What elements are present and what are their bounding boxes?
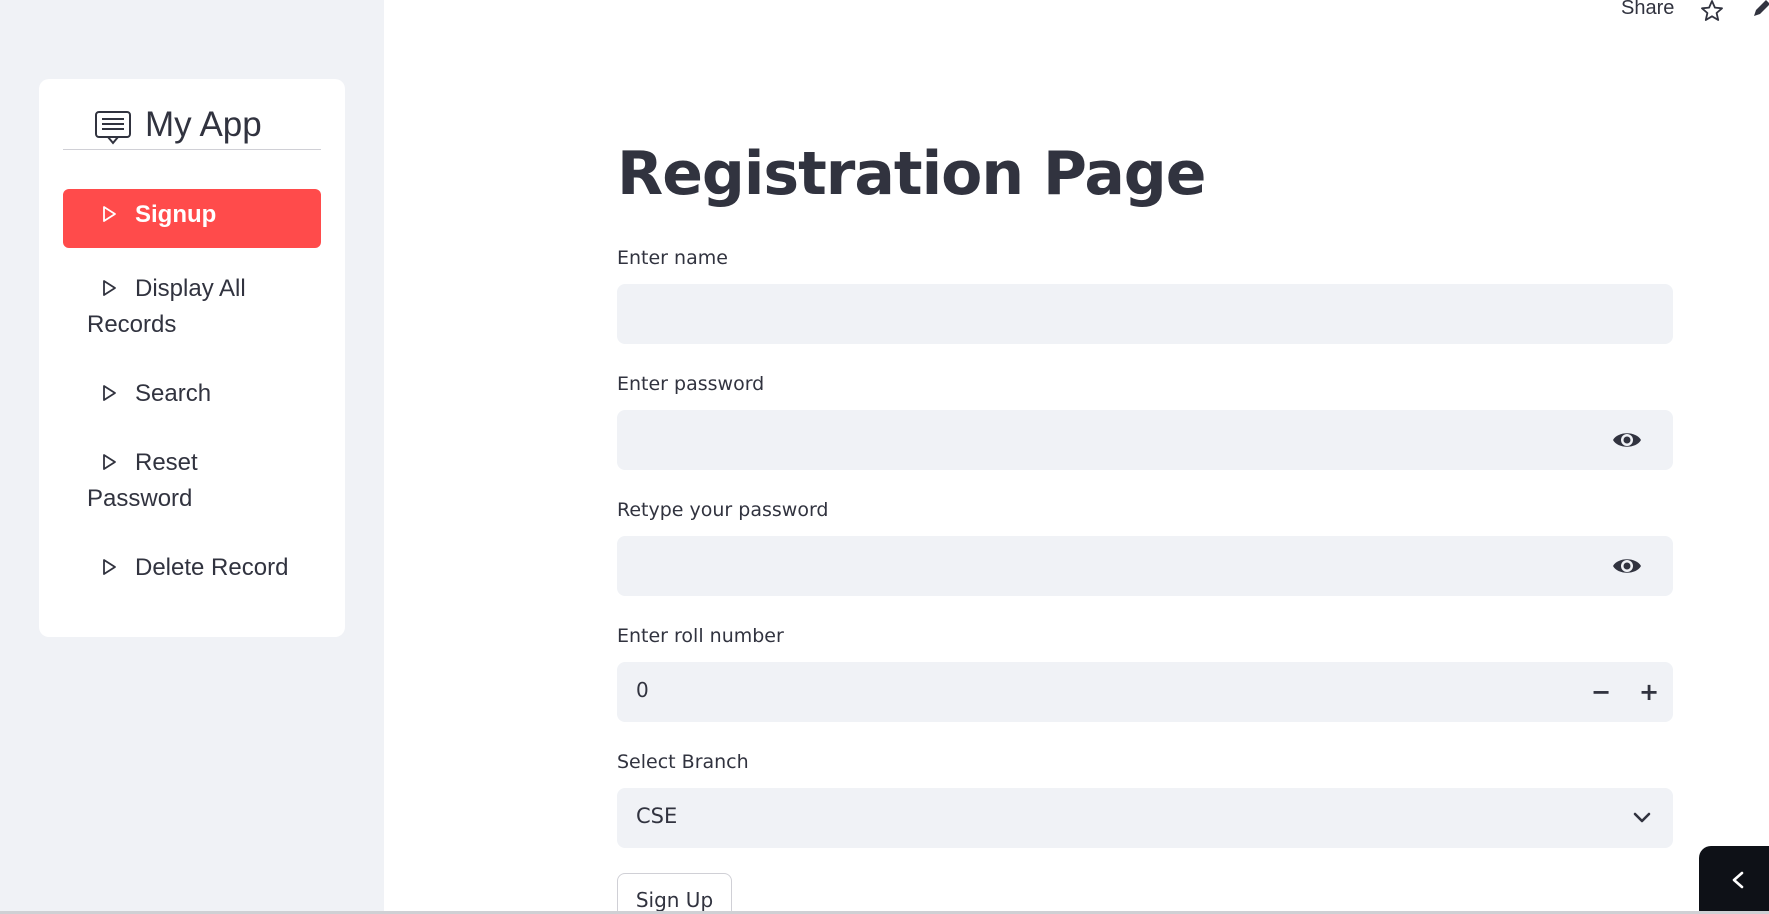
chat-list-icon [95, 111, 131, 145]
retype-password-label: Retype your password [617, 499, 829, 521]
sidebar-item-label: Signup [135, 201, 217, 228]
password-field[interactable] [617, 410, 1673, 470]
play-icon [99, 552, 119, 575]
password-input[interactable] [617, 410, 1673, 470]
collapse-button[interactable] [1699, 846, 1769, 914]
sidebar-item-delete-record[interactable]: Delete Record [63, 542, 321, 596]
eye-icon[interactable] [1611, 428, 1643, 452]
play-icon [99, 447, 119, 470]
roll-number-label: Enter roll number [617, 625, 784, 647]
app-title: My App [145, 105, 262, 144]
option-menu: My App Signup Display All Records Search… [39, 79, 345, 637]
name-input[interactable] [617, 284, 1673, 344]
branch-select[interactable]: CSE [617, 788, 1673, 848]
chevron-down-icon [1633, 812, 1651, 823]
sidebar-item-label: Delete Record [135, 554, 289, 581]
sidebar-item-reset-password[interactable]: Reset Password [63, 437, 321, 527]
sign-up-button[interactable]: Sign Up [617, 873, 732, 914]
name-label: Enter name [617, 247, 728, 269]
sidebar-item-label: Search [135, 380, 212, 407]
star-icon[interactable] [1700, 0, 1724, 23]
play-icon [99, 199, 119, 222]
sidebar-item-search[interactable]: Search [63, 368, 321, 422]
play-icon [99, 378, 119, 401]
retype-password-input[interactable] [617, 536, 1673, 596]
sidebar-item-signup[interactable]: Signup [63, 189, 321, 248]
play-icon [99, 273, 119, 296]
sidebar: My App Signup Display All Records Search… [0, 0, 384, 914]
menu-items: Signup Display All Records Search Reset … [63, 189, 321, 611]
share-button[interactable]: Share [1621, 0, 1674, 20]
pencil-icon[interactable] [1752, 0, 1769, 18]
branch-selected-value: CSE [636, 804, 678, 828]
password-label: Enter password [617, 373, 765, 395]
retype-password-field[interactable] [617, 536, 1673, 596]
roll-number-field[interactable]: 0 − + [617, 662, 1673, 722]
decrement-button[interactable]: − [1577, 662, 1625, 722]
page-title: Registration Page [617, 139, 1206, 209]
roll-number-value[interactable]: 0 [636, 678, 649, 702]
increment-button[interactable]: + [1625, 662, 1673, 722]
branch-label: Select Branch [617, 751, 749, 773]
sidebar-item-display-all-records[interactable]: Display All Records [63, 263, 321, 353]
name-field[interactable] [617, 284, 1673, 344]
chevron-left-icon [1732, 871, 1744, 889]
eye-icon[interactable] [1611, 554, 1643, 578]
